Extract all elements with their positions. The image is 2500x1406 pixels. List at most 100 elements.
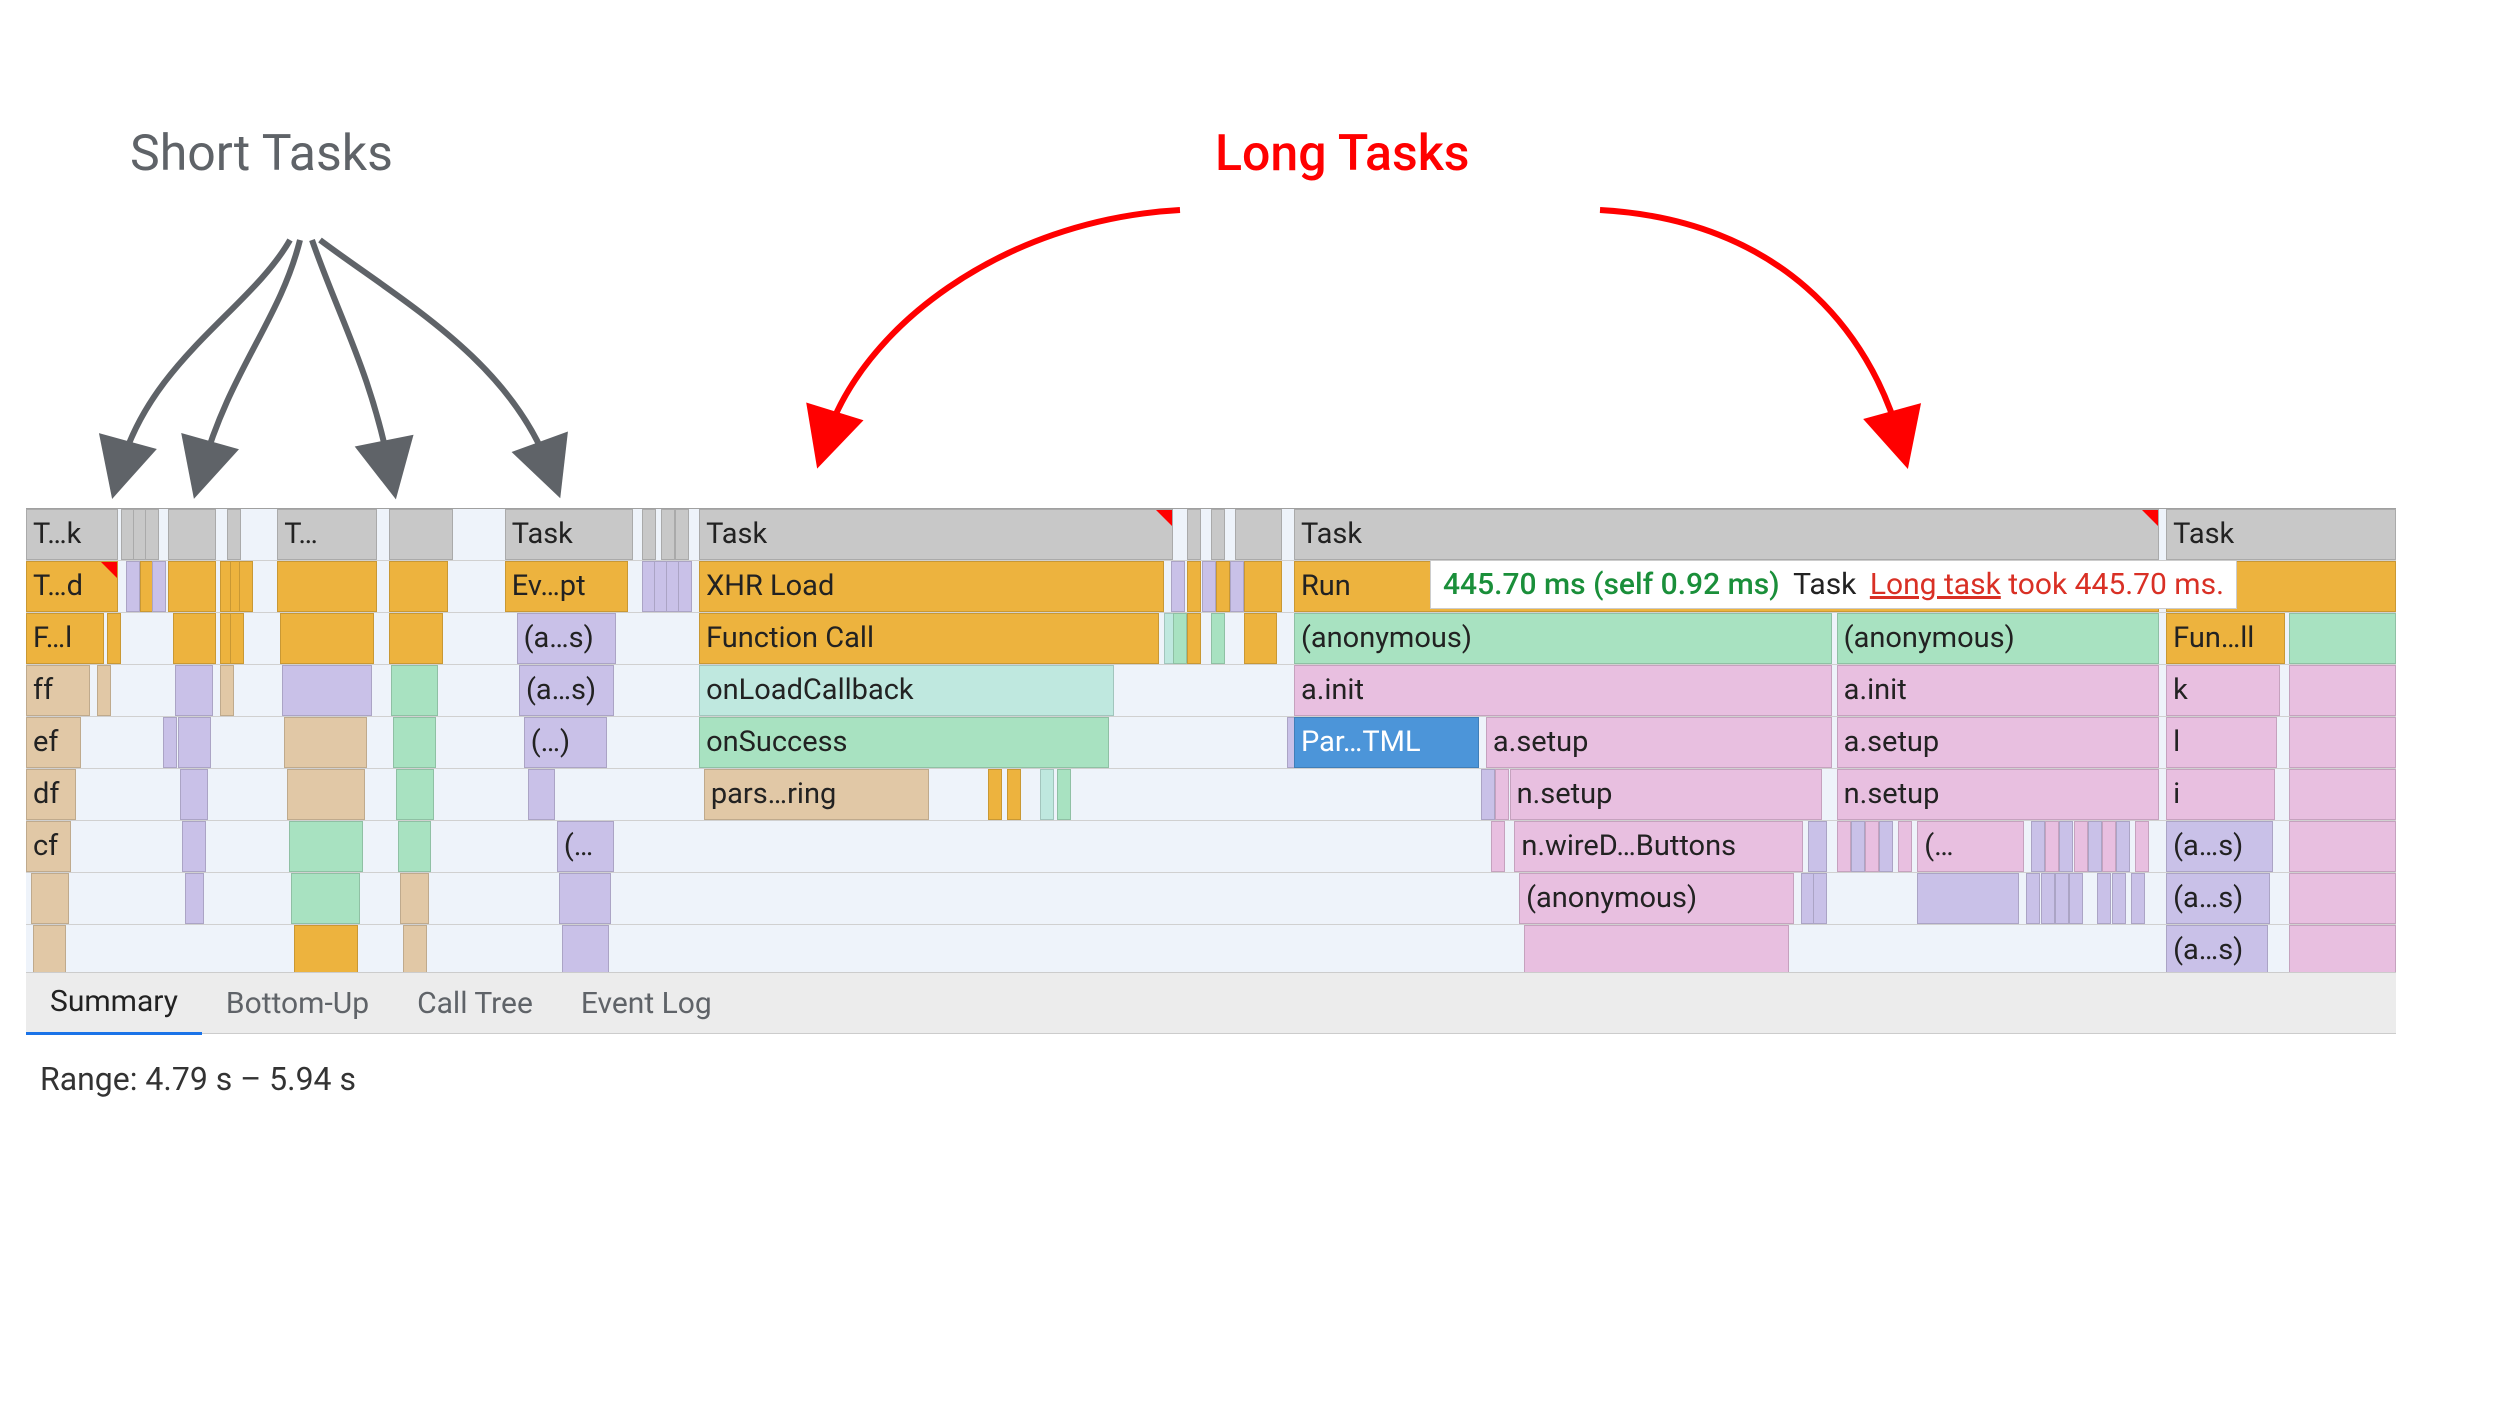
flame-step[interactable]: cf <box>26 821 71 872</box>
flame-step[interactable]: T…k <box>26 509 118 560</box>
flame-step[interactable]: F…l <box>26 613 104 664</box>
flame-step[interactable] <box>145 509 159 560</box>
flame-step[interactable] <box>2074 821 2088 872</box>
flame-step[interactable] <box>1235 509 1282 560</box>
flame-step[interactable] <box>2116 821 2130 872</box>
flame-step[interactable]: (… <box>1917 821 2024 872</box>
flame-step[interactable] <box>220 665 234 716</box>
flame-step[interactable] <box>280 613 375 664</box>
flame-step[interactable] <box>988 769 1002 820</box>
flame-step[interactable] <box>163 717 177 768</box>
flame-step[interactable]: ef <box>26 717 81 768</box>
flame-step[interactable] <box>1851 821 1865 872</box>
flame-step[interactable]: (… <box>557 821 614 872</box>
flame-step[interactable] <box>2289 665 2396 716</box>
flame-step[interactable] <box>1173 613 1187 664</box>
flame-step[interactable] <box>2031 821 2045 872</box>
flame-step[interactable] <box>282 665 372 716</box>
flame-step[interactable]: (anonymous) <box>1294 613 1832 664</box>
flame-step[interactable] <box>389 509 453 560</box>
flame-step[interactable] <box>239 561 253 612</box>
flame-step[interactable] <box>1524 925 1789 976</box>
flame-step[interactable] <box>1057 769 1071 820</box>
flame-step[interactable] <box>2289 925 2396 976</box>
flame-step[interactable]: a.init <box>1294 665 1832 716</box>
flame-step[interactable] <box>1917 873 2019 924</box>
flame-step[interactable] <box>126 561 140 612</box>
flame-step[interactable] <box>294 925 358 976</box>
flame-step[interactable]: Task <box>505 509 633 560</box>
flame-step[interactable]: onLoadCallback <box>699 665 1114 716</box>
flame-step[interactable] <box>675 509 689 560</box>
flame-step[interactable] <box>1040 769 1054 820</box>
flame-step[interactable]: Task <box>2166 509 2396 560</box>
flame-step[interactable] <box>2131 873 2145 924</box>
flame-step[interactable]: n.setup <box>1837 769 2159 820</box>
flame-step[interactable] <box>389 561 448 612</box>
flame-step[interactable]: k <box>2166 665 2280 716</box>
flame-step[interactable] <box>33 925 66 976</box>
flame-step[interactable] <box>2059 821 2073 872</box>
flame-step[interactable] <box>31 873 69 924</box>
flame-step[interactable]: Function Call <box>699 613 1159 664</box>
flame-step[interactable] <box>1187 509 1201 560</box>
flame-step[interactable]: pars…ring <box>704 769 929 820</box>
flame-step[interactable]: Task <box>1294 509 2159 560</box>
flame-step[interactable]: a.setup <box>1837 717 2159 768</box>
flame-step[interactable] <box>277 561 377 612</box>
flame-step[interactable] <box>180 769 208 820</box>
flame-step[interactable] <box>284 717 367 768</box>
flame-step[interactable] <box>2041 873 2055 924</box>
flame-step[interactable] <box>1202 561 1216 612</box>
flame-step[interactable]: i <box>2166 769 2275 820</box>
flame-step[interactable]: (a…s) <box>2166 821 2273 872</box>
flame-step[interactable] <box>2135 821 2149 872</box>
flame-step[interactable] <box>1879 821 1893 872</box>
flame-step[interactable]: (anonymous) <box>1519 873 1794 924</box>
flame-step[interactable] <box>396 769 434 820</box>
flame-step[interactable] <box>1865 821 1879 872</box>
flame-step[interactable] <box>642 509 656 560</box>
tab-summary[interactable]: Summary <box>26 972 202 1035</box>
flame-step[interactable]: l <box>2166 717 2277 768</box>
flame-step[interactable] <box>168 509 215 560</box>
flame-step[interactable] <box>1495 769 1509 820</box>
flame-step[interactable] <box>559 873 611 924</box>
flame-step[interactable] <box>1808 821 1827 872</box>
flame-step[interactable] <box>97 665 111 716</box>
tooltip-long-task-link[interactable]: Long task <box>1870 567 2001 602</box>
flame-step[interactable] <box>528 769 554 820</box>
flame-step[interactable] <box>1211 509 1225 560</box>
flame-step[interactable]: Fun…ll <box>2166 613 2285 664</box>
flame-step[interactable]: Par…TML <box>1294 717 1479 768</box>
flame-step[interactable] <box>1244 561 1282 612</box>
flame-step[interactable]: Ev…pt <box>505 561 628 612</box>
flame-step[interactable] <box>1211 613 1225 664</box>
flame-step[interactable] <box>185 873 204 924</box>
flame-step[interactable] <box>178 717 211 768</box>
flame-step[interactable]: (a…s) <box>519 665 614 716</box>
flame-step[interactable] <box>2289 873 2396 924</box>
flame-step[interactable] <box>1491 821 1505 872</box>
flame-step[interactable] <box>403 925 427 976</box>
flame-step[interactable] <box>2102 821 2116 872</box>
flame-step[interactable] <box>678 561 692 612</box>
flame-step[interactable] <box>2069 873 2083 924</box>
flame-step[interactable]: ff <box>26 665 90 716</box>
flame-step[interactable] <box>175 665 213 716</box>
flame-step[interactable] <box>173 613 216 664</box>
flame-step[interactable]: (anonymous) <box>1837 613 2159 664</box>
flame-step[interactable] <box>291 873 360 924</box>
flame-step[interactable]: n.wireD…Buttons <box>1514 821 1803 872</box>
flame-step[interactable] <box>1171 561 1185 612</box>
flame-step[interactable] <box>393 717 436 768</box>
flame-step[interactable]: (…) <box>524 717 607 768</box>
flame-step[interactable] <box>2289 821 2396 872</box>
flame-step[interactable] <box>1837 821 1851 872</box>
flame-step[interactable] <box>1481 769 1495 820</box>
flame-step[interactable]: n.setup <box>1510 769 1823 820</box>
tab-event-log[interactable]: Event Log <box>557 973 736 1033</box>
flame-step[interactable]: (a…s) <box>517 613 617 664</box>
flame-step[interactable]: Task <box>699 509 1173 560</box>
flame-step[interactable] <box>389 613 444 664</box>
